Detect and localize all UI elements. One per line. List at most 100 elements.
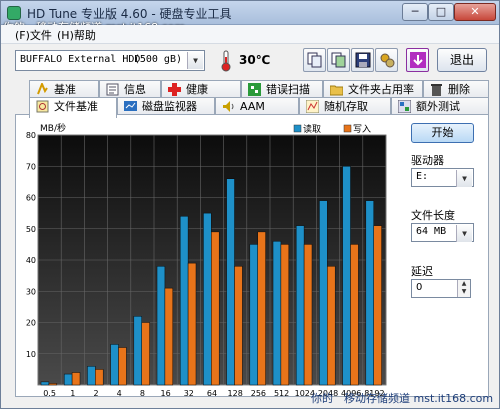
tab-label: 磁盘监视器 <box>142 100 197 113</box>
bar-write <box>350 244 359 386</box>
x-tick-label: 8 <box>140 389 145 398</box>
drive-letter-select[interactable]: E: ▼ <box>411 168 474 187</box>
chevron-down-icon[interactable]: ▼ <box>456 170 472 187</box>
maximize-button[interactable]: □ <box>428 3 454 21</box>
thermometer-icon <box>221 50 231 72</box>
temperature-readout: 30℃ <box>239 53 271 67</box>
y-tick-label: 70 <box>26 162 36 171</box>
bar-write <box>234 266 243 386</box>
bar-write <box>327 266 336 386</box>
bar-read <box>226 178 235 386</box>
start-button[interactable]: 开始 <box>411 123 474 143</box>
y-tick-label: 10 <box>26 350 36 359</box>
save-button[interactable] <box>351 48 374 72</box>
tab-label: 基准 <box>54 83 76 96</box>
menu-help[interactable]: (H)帮助 <box>57 27 96 43</box>
bar-read <box>342 166 351 386</box>
x-tick-label: 16 <box>161 389 171 398</box>
x-tick-label: 64 <box>207 389 217 398</box>
copy-icon <box>307 52 322 68</box>
bar-read <box>319 200 328 386</box>
spinner-arrows-icon[interactable]: ▲ ▼ <box>457 280 470 297</box>
drive-name: BUFFALO External HDD <box>20 54 141 65</box>
delay-spinner[interactable]: 0 ▲ ▼ <box>411 279 471 298</box>
drive-select[interactable]: BUFFALO External HDD (500 gB) ▼ <box>15 50 205 71</box>
bar-read <box>249 244 258 386</box>
file-benchmark-icon <box>36 100 49 113</box>
y-axis-label: MB/秒 <box>40 122 66 134</box>
y-tick-label: 50 <box>26 225 36 234</box>
tab-file-benchmark[interactable]: 文件基准 <box>29 97 117 118</box>
y-tick-label: 20 <box>26 319 36 328</box>
copy-text-button[interactable] <box>303 48 326 72</box>
bar-write <box>48 383 58 386</box>
x-tick-label: 512 <box>274 389 289 398</box>
x-tick-label: 32 <box>184 389 194 398</box>
tab-label: 额外测试 <box>416 100 460 113</box>
bar-read <box>179 216 189 386</box>
copy-image-icon <box>331 52 346 68</box>
y-tick-label: 40 <box>26 256 36 265</box>
tab-label: AAM <box>240 100 265 113</box>
copy-screenshot-button[interactable] <box>327 48 350 72</box>
tab-label: 健康 <box>186 83 208 96</box>
tab-label: 文件基准 <box>54 100 98 113</box>
bar-write <box>141 322 150 386</box>
health-cross-icon <box>168 83 181 96</box>
bar-write <box>303 244 313 386</box>
menu-file[interactable]: (F)文件 <box>15 27 52 43</box>
chevron-down-icon[interactable]: ▼ <box>456 225 472 242</box>
benchmark-icon <box>37 83 48 95</box>
bar-read <box>40 381 50 386</box>
download-button[interactable] <box>406 48 429 72</box>
exit-button[interactable]: 退出 <box>437 48 487 72</box>
arrow-down-icon <box>410 52 426 68</box>
bar-write <box>280 244 290 386</box>
extra-tests-icon <box>398 100 411 113</box>
bar-write <box>373 225 382 386</box>
bar-read <box>272 241 282 386</box>
watermark-bottom: 你的 移动存储频道 mst.it168.com <box>311 392 494 405</box>
minimize-button[interactable]: ─ <box>402 3 428 21</box>
bar-read <box>365 200 374 386</box>
bar-write <box>187 262 197 386</box>
legend-swatch <box>293 124 302 133</box>
drive-capacity: (500 gB) <box>133 54 182 65</box>
bar-read <box>87 366 96 386</box>
bar-read <box>295 225 305 386</box>
benchmark-chart: 10 20 30 40 50 60 70 80 MB/秒 0.5 1 2 4 8 16 32 64 128 256 5… <box>26 122 387 398</box>
x-tick-label: 256 <box>251 389 266 398</box>
y-tick-label: 60 <box>26 194 36 203</box>
x-tick-label: 0.5 <box>43 389 56 398</box>
bar-write <box>211 231 220 386</box>
y-tick-label: 80 <box>26 131 36 140</box>
file-length-select[interactable]: 64 MB ▼ <box>411 223 474 242</box>
legend-swatch <box>343 124 352 133</box>
bar-write <box>164 287 174 386</box>
drive-letter-value: E: <box>416 171 429 182</box>
error-scan-icon <box>248 83 261 96</box>
drive-label: 驱动器 <box>411 154 444 167</box>
tab-label: 信息 <box>124 83 146 96</box>
bar-write <box>95 369 104 386</box>
app-icon <box>7 6 21 20</box>
bar-write <box>118 347 127 386</box>
legend-label: 写入 <box>353 124 371 135</box>
gear-icon <box>380 53 395 68</box>
file-length-label: 文件长度 <box>411 209 455 222</box>
monitor-icon <box>124 101 137 111</box>
x-tick-label: 2 <box>93 389 98 398</box>
bar-write <box>71 372 81 386</box>
app-window: HD Tune 专业版 4.60 - 硬盘专业工具 你的 移动存储频道 mst.… <box>0 0 500 409</box>
close-button[interactable]: ✕ <box>454 3 496 21</box>
random-access-icon <box>306 100 319 113</box>
x-tick-label: 128 <box>228 389 243 398</box>
menu-bar: (F)文件 (H)帮助 <box>1 25 499 44</box>
options-button[interactable] <box>375 48 398 72</box>
delay-label: 延迟 <box>411 265 433 278</box>
title-bar: HD Tune 专业版 4.60 - 硬盘专业工具 你的 移动存储频道 mst.… <box>1 1 499 34</box>
tab-label: 错误扫描 <box>266 83 310 96</box>
chevron-down-icon[interactable]: ▼ <box>187 52 203 69</box>
bar-write <box>257 231 266 386</box>
x-tick-label: 1 <box>70 389 75 398</box>
